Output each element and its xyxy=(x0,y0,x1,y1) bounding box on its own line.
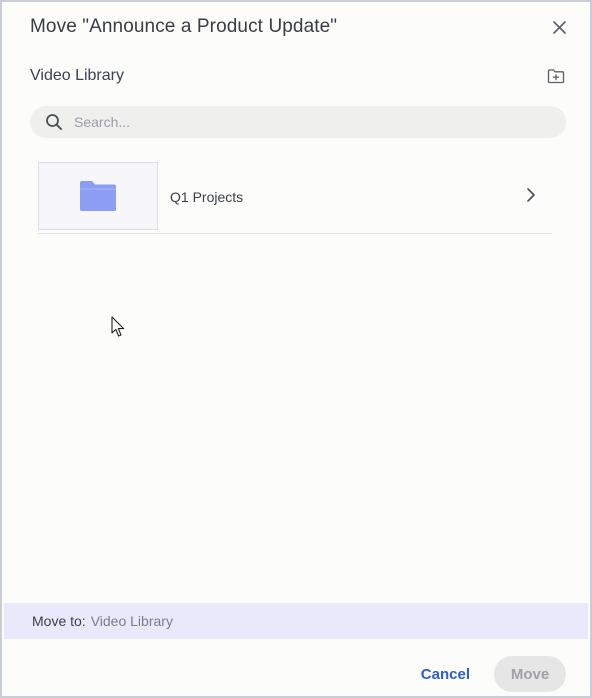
move-to-target: Video Library xyxy=(90,613,173,629)
dialog-header: Move "Announce a Product Update" xyxy=(30,14,572,40)
folder-plus-icon xyxy=(547,69,565,84)
move-dialog: Move "Announce a Product Update" Video L… xyxy=(0,0,592,698)
close-icon xyxy=(552,20,566,34)
cancel-button[interactable]: Cancel xyxy=(413,666,478,683)
move-to-bar: Move to: Video Library xyxy=(4,603,588,639)
search-input[interactable] xyxy=(74,114,534,130)
move-button[interactable]: Move xyxy=(494,656,566,692)
move-to-label: Move to: xyxy=(32,613,86,629)
folder-icon xyxy=(80,180,116,211)
folder-name: Q1 Projects xyxy=(170,188,244,205)
dialog-title: Move "Announce a Product Update" xyxy=(30,16,338,37)
folder-thumbnail xyxy=(38,161,158,230)
location-label: Video Library xyxy=(30,67,124,84)
close-button[interactable] xyxy=(548,16,570,38)
current-location: Video Library xyxy=(30,64,566,88)
dialog-actions: Cancel Move xyxy=(413,656,566,692)
list-item[interactable]: Q1 Projects xyxy=(38,160,552,234)
search-bar xyxy=(30,106,566,138)
search-icon xyxy=(44,112,64,132)
mouse-cursor-icon xyxy=(111,316,125,337)
chevron-right-icon[interactable] xyxy=(524,186,538,204)
folder-list: Q1 Projects xyxy=(38,160,552,234)
new-folder-button[interactable] xyxy=(546,66,566,86)
